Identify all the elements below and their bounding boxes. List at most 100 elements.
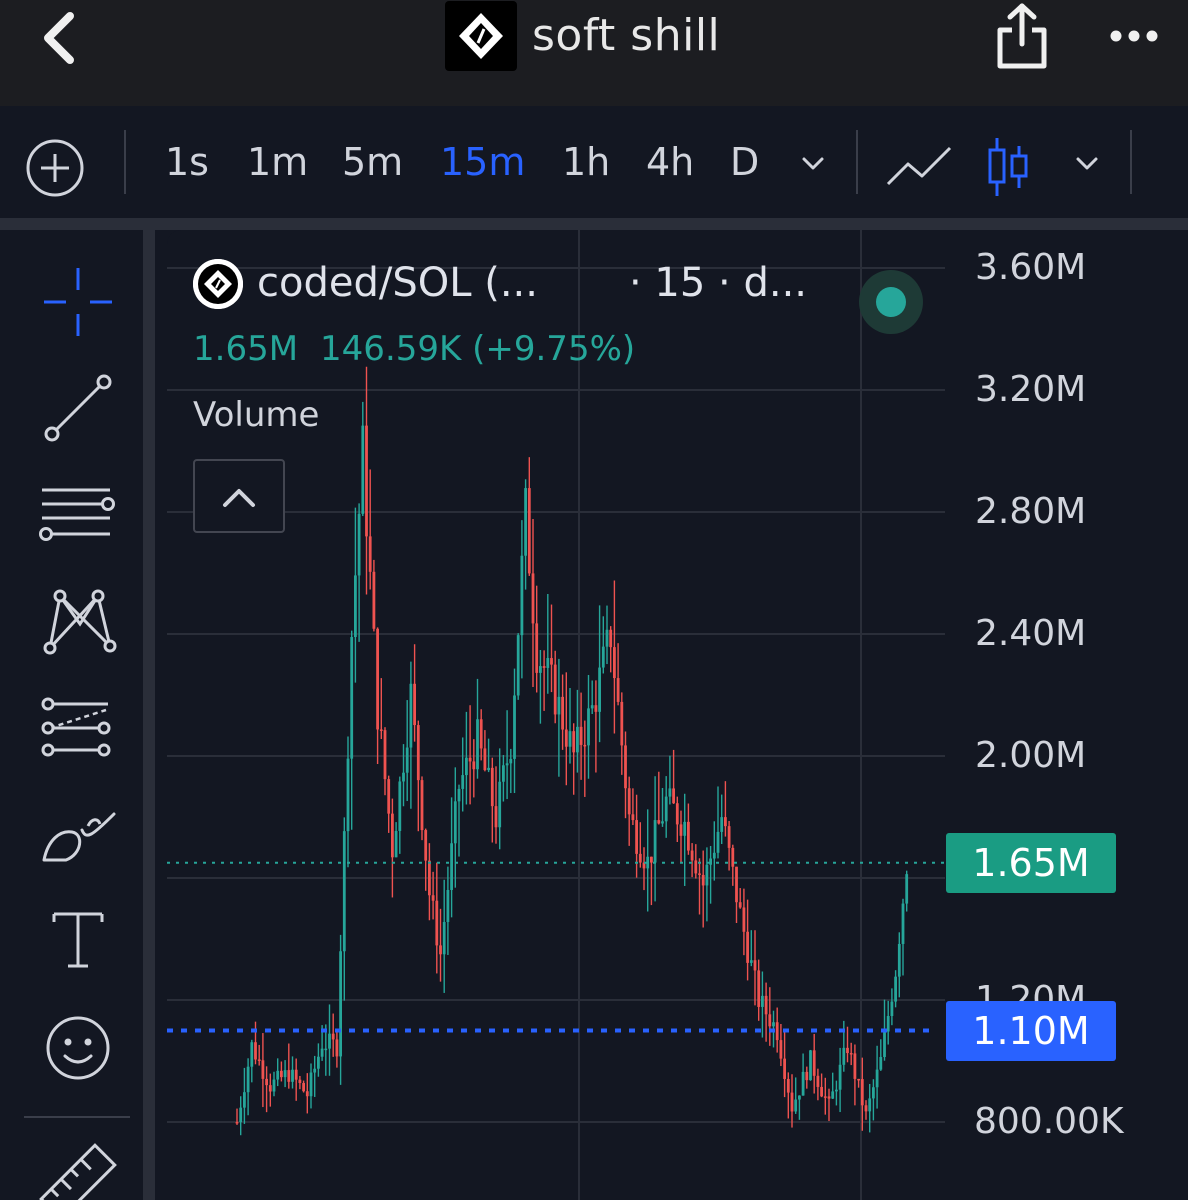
candle-body <box>890 1001 894 1017</box>
y-tick-label: 2.00M <box>975 735 1087 776</box>
top-nav-bar: soft shill <box>0 0 1188 106</box>
fib-retracement-tool[interactable] <box>36 476 120 560</box>
last-price-tag: 1.65M <box>946 832 1116 893</box>
toolbar-separator <box>1130 130 1132 194</box>
market-status-indicator[interactable] <box>859 270 923 334</box>
candle-body <box>616 678 620 702</box>
candle-body <box>524 488 527 556</box>
brush-tool[interactable] <box>36 796 120 880</box>
candle-body <box>835 1089 838 1092</box>
chevron-down-icon <box>802 157 824 170</box>
candle-body <box>712 852 716 859</box>
timeframe-5m[interactable]: 5m <box>342 134 403 190</box>
timeframe-1m[interactable]: 1m <box>247 134 308 190</box>
y-tick-label: 3.60M <box>975 247 1087 288</box>
candle-body <box>742 907 746 932</box>
code-diamond-logo <box>193 259 243 309</box>
status-dot <box>876 287 906 317</box>
candle-body <box>317 1056 320 1069</box>
add-indicator-button[interactable] <box>22 135 88 201</box>
candle-body <box>505 763 509 766</box>
app-logo <box>445 1 517 71</box>
candle-body <box>405 747 409 773</box>
candle-body <box>875 1069 879 1088</box>
emoji-tool[interactable] <box>36 1006 120 1090</box>
candle-body <box>635 820 638 854</box>
fib-retracement-icon <box>39 488 115 541</box>
timeframe-1h[interactable]: 1h <box>562 134 610 190</box>
candle-body <box>564 729 568 747</box>
chart-pane[interactable]: 3.60M3.20M2.80M2.40M2.00M1.60M1.20M800.0… <box>167 230 1188 1200</box>
volume-indicator-label[interactable]: Volume <box>193 392 319 438</box>
chart-legend: coded/SOL (... · 15 · d... 1.65M 146.59K … <box>193 254 953 474</box>
collapse-legend-button[interactable] <box>193 459 285 533</box>
candle-body <box>668 788 672 797</box>
candle-body <box>779 1040 783 1059</box>
candle-body <box>864 1105 868 1112</box>
projection-tool[interactable] <box>36 688 120 772</box>
candle-body <box>461 775 465 789</box>
candle-body <box>561 696 564 730</box>
chart-type-dropdown-button[interactable] <box>1070 146 1104 180</box>
timeframe-dropdown-button[interactable] <box>796 146 830 180</box>
candle-body <box>280 1070 283 1078</box>
timeframe-15m[interactable]: 15m <box>440 134 525 190</box>
candle-body <box>442 921 446 955</box>
candle-body <box>535 623 539 673</box>
horizontal-line-price-tag[interactable]: 1.10M <box>946 1000 1116 1061</box>
candle-body <box>605 629 609 647</box>
candle-body <box>749 960 753 963</box>
candle-body <box>276 1070 280 1080</box>
toolbar-separator <box>124 130 126 194</box>
candle-body <box>320 1048 324 1057</box>
candle-body <box>764 995 768 1015</box>
y-tick-label: 2.80M <box>975 491 1087 532</box>
chevron-left-icon <box>44 12 74 64</box>
symbol-name[interactable]: coded/SOL (... <box>257 254 538 312</box>
crosshair-tool[interactable] <box>36 260 120 344</box>
pattern-tool[interactable] <box>36 582 120 666</box>
ruler-tool[interactable] <box>36 1140 120 1200</box>
candle-body <box>705 864 709 886</box>
share-button[interactable] <box>990 0 1054 72</box>
candlestick-chart-button[interactable] <box>984 134 1032 200</box>
candle-body <box>539 666 542 673</box>
candle-body <box>868 1098 872 1112</box>
candle-body <box>609 629 613 648</box>
trendline-tool[interactable] <box>36 368 120 452</box>
candle-body <box>901 903 905 944</box>
candle-body <box>520 555 524 636</box>
candle-body <box>265 1078 268 1086</box>
candle-body <box>376 628 379 730</box>
page-title: soft shill <box>532 10 721 61</box>
candle-body <box>527 488 531 574</box>
candle-body <box>601 646 605 668</box>
candle-body <box>246 1066 250 1093</box>
timeframe-1s[interactable]: 1s <box>165 134 209 190</box>
timeframe-d[interactable]: D <box>730 134 759 190</box>
candle-body <box>594 705 598 712</box>
candle-body <box>860 1079 864 1106</box>
candle-body <box>257 1059 261 1061</box>
candle-body <box>727 826 731 848</box>
text-tool[interactable] <box>36 900 120 984</box>
candle-body <box>694 860 698 874</box>
candle-body <box>468 757 472 762</box>
back-button[interactable] <box>30 6 90 66</box>
candle-body <box>720 817 724 832</box>
candle-body <box>590 705 594 709</box>
line-chart-button[interactable] <box>884 138 954 194</box>
candle-body <box>897 943 901 977</box>
candlestick-icon <box>988 138 1028 196</box>
more-button[interactable] <box>1104 14 1164 58</box>
candle-body <box>879 1057 883 1070</box>
brush-icon <box>42 812 116 862</box>
candle-body <box>583 744 587 747</box>
timeframe-4h[interactable]: 4h <box>646 134 694 190</box>
candle-body <box>724 817 727 827</box>
candle-body <box>846 1047 849 1054</box>
projection-icon <box>41 697 111 757</box>
candle-body <box>302 1083 305 1092</box>
candle-body <box>664 796 668 822</box>
y-tick-label: 3.20M <box>975 369 1087 410</box>
